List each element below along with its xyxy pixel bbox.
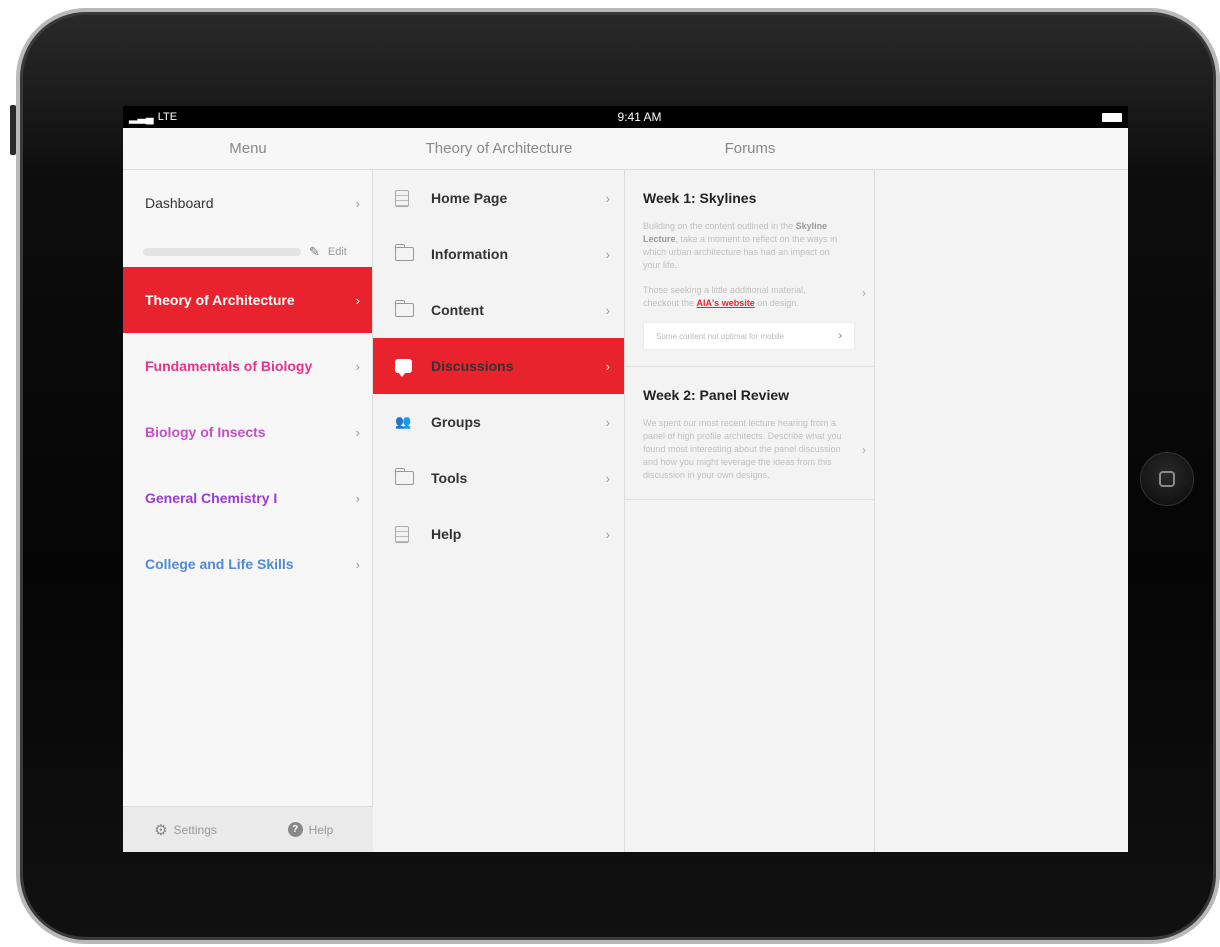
nav-label: Home Page	[431, 190, 508, 206]
settings-label: Settings	[173, 822, 217, 837]
dashboard-label: Dashboard	[145, 195, 214, 211]
battery-icon	[1101, 112, 1122, 122]
nav-label: Content	[431, 302, 484, 318]
home-square-icon	[1159, 471, 1175, 487]
nav-item-discussions[interactable]: Discussions ›	[373, 338, 624, 394]
status-bar: ▂▃▄ LTE 9:41 AM	[123, 106, 1128, 128]
status-time: 9:41 AM	[617, 110, 662, 124]
chat-icon	[395, 359, 412, 377]
chevron-right-icon: ›	[605, 246, 610, 262]
nav-item-groups[interactable]: 👥 Groups ›	[373, 394, 624, 450]
help-label: Help	[308, 822, 334, 837]
edit-button[interactable]: Edit	[328, 246, 347, 258]
home-button[interactable]	[1140, 452, 1194, 506]
course-label: Biology of Insects	[145, 424, 266, 440]
chevron-right-icon: ›	[605, 302, 610, 318]
menu-column: Dashboard › ✎ Edit Theory of Architectur…	[123, 170, 373, 852]
chevron-right-icon: ›	[605, 526, 610, 542]
dashboard-item[interactable]: Dashboard ›	[123, 170, 372, 236]
side-button	[10, 105, 16, 155]
groups-icon: 👥	[395, 414, 411, 429]
nav-item-tools[interactable]: Tools ›	[373, 450, 624, 506]
chevron-right-icon: ›	[355, 424, 360, 440]
carrier-label: LTE	[157, 111, 178, 123]
nav-item-home-page[interactable]: Home Page ›	[373, 170, 624, 226]
chevron-right-icon: ›	[605, 414, 610, 430]
course-item-fundamentals-of-biology[interactable]: Fundamentals of Biology ›	[123, 333, 372, 399]
document-icon	[395, 189, 409, 207]
search-placeholder-bar	[143, 247, 301, 256]
post-body: We spent our most recent lecture hearing…	[643, 418, 842, 481]
post-text: Building on the content outlined in the	[643, 221, 796, 231]
nav-item-content[interactable]: Content ›	[373, 282, 624, 338]
forums-header: Forums	[724, 140, 776, 157]
chevron-right-icon: ›	[355, 292, 360, 308]
settings-button[interactable]: ⚙ Settings	[123, 807, 248, 852]
chevron-right-icon: ›	[605, 470, 610, 486]
nav-label: Groups	[431, 414, 481, 430]
chevron-right-icon: ›	[355, 358, 360, 374]
chevron-right-icon: ›	[862, 286, 866, 300]
aia-website-link[interactable]: AIA's website	[697, 298, 755, 308]
folder-icon	[394, 244, 414, 261]
chevron-right-icon: ›	[355, 195, 360, 211]
menu-footer: ⚙ Settings ? Help	[123, 806, 373, 852]
menu-header: Menu	[229, 140, 267, 157]
post-title: Week 1: Skylines	[643, 190, 757, 206]
chevron-right-icon: ›	[355, 556, 360, 572]
post-text: on design.	[754, 298, 799, 309]
course-item-biology-of-insects[interactable]: Biology of Insects ›	[123, 399, 372, 465]
folder-icon	[394, 300, 414, 317]
chevron-right-icon: ›	[605, 358, 610, 374]
gear-icon: ⚙	[154, 821, 168, 839]
signal-icon: ▂▃▄	[129, 111, 154, 124]
detail-pane	[875, 170, 1128, 852]
help-icon: ?	[287, 822, 303, 837]
folder-icon	[394, 468, 414, 485]
course-item-college-and-life-skills[interactable]: College and Life Skills ›	[123, 531, 372, 597]
forums-column: Week 1: Skylines Building on the content…	[625, 170, 875, 852]
nav-label: Help	[431, 526, 462, 542]
course-label: General Chemistry I	[145, 490, 278, 506]
chevron-right-icon: ›	[355, 490, 360, 506]
course-item-general-chemistry[interactable]: General Chemistry I ›	[123, 465, 372, 531]
notice-text: Some content not optimal for mobile	[656, 331, 785, 341]
nav-item-information[interactable]: Information ›	[373, 226, 624, 282]
course-nav-column: Home Page › Information › Content › Disc…	[373, 170, 625, 852]
chevron-right-icon: ›	[605, 190, 610, 206]
column-headers: Menu Theory of Architecture Forums	[123, 128, 1128, 170]
mobile-notice-banner[interactable]: Some content not optimal for mobile ›	[643, 322, 855, 351]
course-header: Theory of Architecture	[425, 140, 573, 157]
nav-item-help[interactable]: Help ›	[373, 506, 624, 562]
post-body: Building on the content outlined in the …	[643, 220, 843, 310]
post-title: Week 2: Panel Review	[643, 387, 790, 404]
help-button[interactable]: ? Help	[248, 807, 373, 852]
course-label: Fundamentals of Biology	[145, 358, 313, 374]
forum-post-week-2[interactable]: Week 2: Panel Review We spent our most r…	[625, 367, 874, 500]
nav-label: Discussions	[431, 358, 514, 374]
app-screen: ▂▃▄ LTE 9:41 AM Menu Theory of Architect…	[123, 106, 1128, 852]
document-icon	[395, 525, 409, 543]
pencil-icon: ✎	[309, 243, 320, 259]
chevron-right-icon: ›	[862, 443, 866, 458]
nav-label: Information	[431, 246, 508, 262]
edit-row: ✎ Edit	[123, 236, 372, 267]
nav-label: Tools	[431, 470, 468, 486]
chevron-right-icon: ›	[838, 330, 842, 343]
forum-post-week-1[interactable]: Week 1: Skylines Building on the content…	[625, 170, 874, 368]
course-item-theory-of-architecture[interactable]: Theory of Architecture ›	[123, 267, 372, 333]
course-label: College and Life Skills	[145, 556, 294, 572]
course-label: Theory of Architecture	[145, 292, 295, 308]
